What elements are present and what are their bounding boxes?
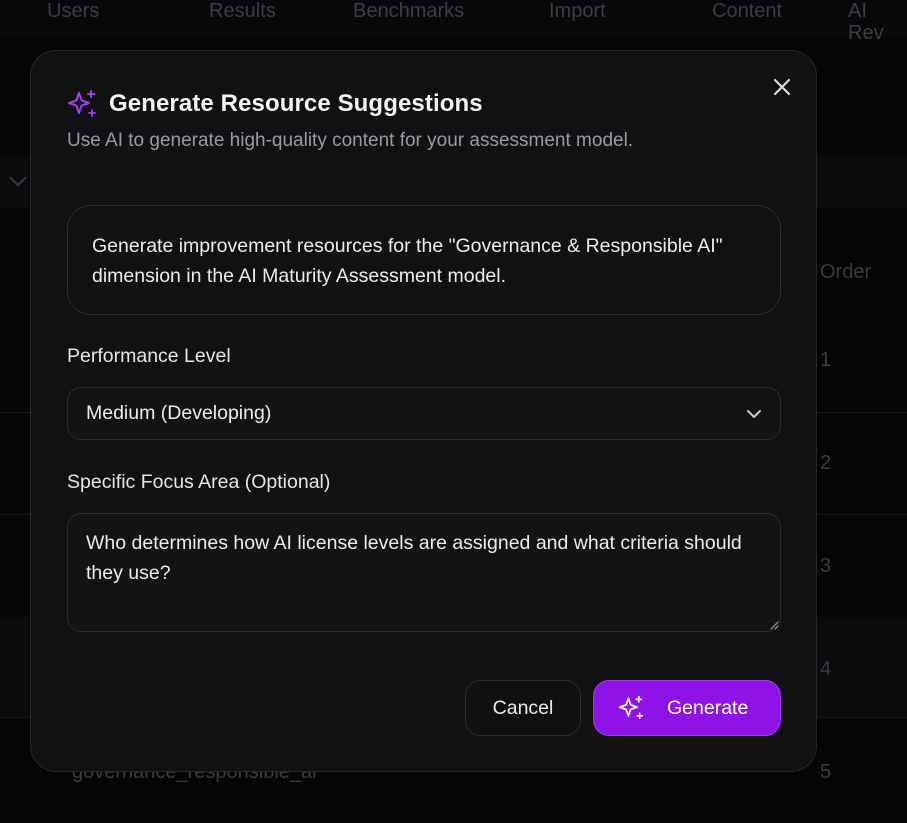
sparkles-icon xyxy=(68,90,96,117)
nav-item-results: Results xyxy=(209,0,276,22)
focus-area-input[interactable] xyxy=(67,513,781,632)
order-cell: 3 xyxy=(820,555,832,577)
generate-suggestions-dialog: Generate Resource Suggestions Use AI to … xyxy=(30,50,817,772)
performance-level-label: Performance Level xyxy=(67,345,231,367)
close-button[interactable] xyxy=(769,74,795,100)
focus-area-label: Specific Focus Area (Optional) xyxy=(67,471,331,493)
prompt-preview: Generate improvement resources for the "… xyxy=(67,205,781,315)
close-icon xyxy=(773,78,791,96)
dialog-subtitle: Use AI to generate high-quality content … xyxy=(67,130,634,151)
sparkles-icon xyxy=(618,695,644,720)
cancel-button[interactable]: Cancel xyxy=(465,680,581,736)
column-header-order: Order xyxy=(820,261,872,283)
generate-button-label: Generate xyxy=(667,696,749,719)
order-cell: 5 xyxy=(820,761,832,783)
order-cell: 2 xyxy=(820,452,832,474)
nav-item-users: Users xyxy=(47,0,100,22)
dialog-header: Generate Resource Suggestions xyxy=(67,89,483,119)
performance-level-select[interactable]: Medium (Developing) xyxy=(67,387,781,440)
dialog-title: Generate Resource Suggestions xyxy=(109,90,483,117)
nav-item-ai-review: AI Rev xyxy=(848,0,884,44)
nav-item-benchmarks: Benchmarks xyxy=(353,0,465,22)
order-cell: 1 xyxy=(820,349,832,371)
background-nav: Users Results Benchmarks Import Content … xyxy=(0,0,907,44)
generate-button[interactable]: Generate xyxy=(593,680,781,736)
nav-item-import: Import xyxy=(549,0,606,22)
performance-level-value: Medium (Developing) xyxy=(86,402,272,424)
order-cell: 4 xyxy=(820,658,832,680)
resize-handle-icon[interactable] xyxy=(767,618,779,630)
chevron-down-icon xyxy=(747,409,761,418)
nav-item-content: Content xyxy=(712,0,783,22)
